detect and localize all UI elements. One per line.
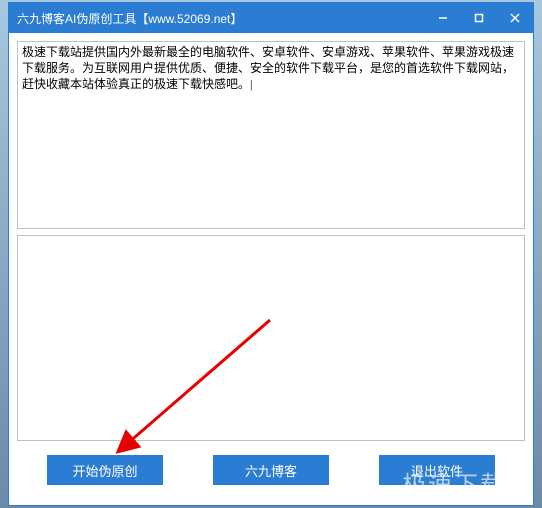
exit-button[interactable]: 退出软件 bbox=[379, 455, 495, 485]
window-title: 六九博客AI伪原创工具【www.52069.net】 bbox=[17, 10, 425, 27]
window-controls bbox=[425, 3, 533, 33]
app-window: 六九博客AI伪原创工具【www.52069.net】 bbox=[8, 2, 534, 506]
blog-button[interactable]: 六九博客 bbox=[213, 455, 329, 485]
maximize-icon bbox=[474, 13, 484, 23]
content-area: 开始伪原创 六九博客 退出软件 bbox=[9, 33, 533, 505]
input-panel bbox=[17, 41, 525, 229]
input-textarea[interactable] bbox=[18, 42, 524, 228]
minimize-icon bbox=[438, 13, 448, 23]
output-panel bbox=[17, 235, 525, 441]
minimize-button[interactable] bbox=[425, 3, 461, 33]
maximize-button[interactable] bbox=[461, 3, 497, 33]
start-button[interactable]: 开始伪原创 bbox=[47, 455, 163, 485]
button-row: 开始伪原创 六九博客 退出软件 bbox=[17, 447, 525, 497]
close-icon bbox=[510, 13, 520, 23]
output-textarea[interactable] bbox=[18, 236, 524, 440]
close-button[interactable] bbox=[497, 3, 533, 33]
titlebar: 六九博客AI伪原创工具【www.52069.net】 bbox=[9, 3, 533, 33]
